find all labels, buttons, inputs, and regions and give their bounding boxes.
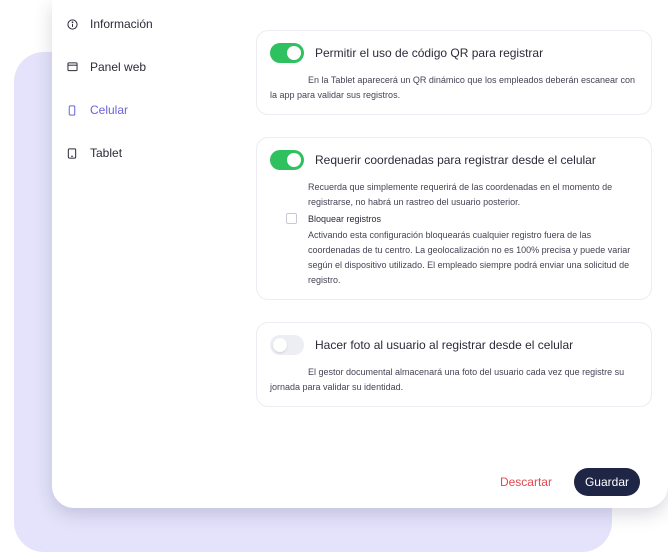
qr-setting-description: En la Tablet aparecerá un QR dinámico qu… (270, 75, 636, 100)
qr-setting-label: Permitir el uso de código QR para regist… (315, 46, 544, 60)
qr-setting-card: Permitir el uso de código QR para regist… (256, 30, 652, 115)
toggle-knob (287, 153, 301, 167)
block-records-option: Bloquear registros (286, 213, 637, 224)
sidebar-item-tablet[interactable]: Tablet (66, 143, 226, 163)
smartphone-icon (66, 104, 78, 116)
save-button[interactable]: Guardar (573, 468, 640, 496)
block-records-description: Activando esta configuración bloquearás … (308, 230, 631, 285)
toggle-knob (287, 46, 301, 60)
coords-setting-card: Requerir coordenadas para registrar desd… (256, 137, 652, 300)
photo-setting-label: Hacer foto al usuario al registrar desde… (315, 338, 574, 352)
sidebar-item-panel-web[interactable]: Panel web (66, 57, 226, 77)
discard-button[interactable]: Descartar (500, 475, 552, 489)
qr-toggle[interactable] (270, 43, 304, 63)
photo-toggle[interactable] (270, 335, 304, 355)
sidebar-item-label: Información (90, 17, 153, 31)
tablet-icon (66, 147, 78, 159)
sidebar-item-label: Celular (90, 103, 129, 117)
coords-toggle[interactable] (270, 150, 304, 170)
sidebar-item-celular[interactable]: Celular (66, 100, 226, 120)
photo-setting-description: El gestor documental almacenará una foto… (270, 367, 625, 392)
coords-setting-description: Recuerda que simplemente requerirá de la… (308, 182, 613, 207)
settings-panel: Permitir el uso de código QR para regist… (256, 30, 652, 429)
coords-setting-label: Requerir coordenadas para registrar desd… (315, 153, 596, 167)
sidebar-item-label: Panel web (90, 60, 147, 74)
info-icon (66, 18, 78, 30)
sidebar-item-informacion[interactable]: Información (66, 14, 226, 34)
block-records-checkbox[interactable] (286, 213, 297, 224)
settings-card: Información Panel web Celular Tablet Per… (52, 0, 668, 508)
form-actions: Descartar Guardar (500, 468, 640, 496)
settings-sidebar: Información Panel web Celular Tablet (66, 14, 226, 186)
block-records-label: Bloquear registros (308, 213, 382, 224)
monitor-icon (66, 61, 78, 73)
photo-setting-card: Hacer foto al usuario al registrar desde… (256, 322, 652, 407)
toggle-knob (273, 338, 287, 352)
sidebar-item-label: Tablet (90, 146, 123, 160)
